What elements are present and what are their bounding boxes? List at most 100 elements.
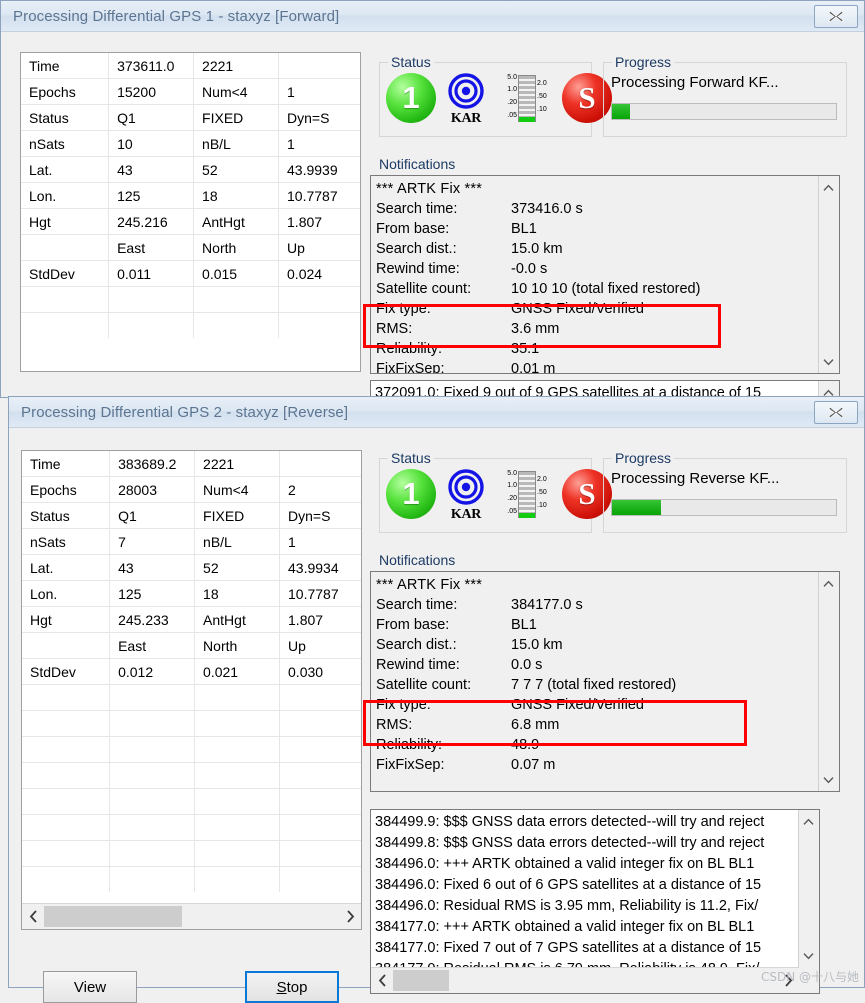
view-button[interactable]: View bbox=[43, 971, 137, 1003]
chevron-down-icon[interactable] bbox=[819, 352, 838, 371]
scroll-track[interactable] bbox=[393, 968, 777, 993]
table-row[interactable]: Lon. 125 18 10.7787 bbox=[22, 580, 361, 607]
progress-bar-gps2 bbox=[611, 499, 837, 516]
data-grid-gps1[interactable]: Time 373611.0 2221 Epochs 15200 Num<4 1 Statu… bbox=[20, 52, 361, 372]
kar-indicator: KAR bbox=[440, 73, 492, 127]
notifications-panel-gps2[interactable]: *** ARTK Fix *** Search time: 384177.0 s … bbox=[370, 571, 840, 792]
notification-row: From base: BL1 bbox=[376, 219, 817, 239]
close-button-gps1[interactable] bbox=[814, 4, 858, 28]
cell: 245.216 bbox=[108, 208, 195, 235]
table-row[interactable]: Epochs 28003 Num<4 2 bbox=[22, 476, 361, 503]
table-row[interactable] bbox=[22, 736, 361, 763]
notification-key: RMS: bbox=[376, 321, 413, 337]
csdn-watermark: CSDN @十八与她 bbox=[760, 970, 859, 984]
table-row[interactable] bbox=[22, 762, 361, 789]
accuracy-gauge-icon: 5.0 1.0 .20 .05 2.0 .50 .10 bbox=[496, 469, 558, 521]
cell: 125 bbox=[109, 580, 196, 607]
table-row[interactable]: StdDev 0.011 0.015 0.024 bbox=[21, 260, 360, 287]
cell: Dyn=S bbox=[279, 502, 361, 529]
cell: Up bbox=[278, 234, 360, 261]
notifications-scrollbar-gps2[interactable] bbox=[818, 572, 839, 791]
table-row[interactable]: Lon. 125 18 10.7787 bbox=[21, 182, 360, 209]
grid-horizontal-scrollbar-gps2[interactable] bbox=[22, 903, 361, 929]
table-row[interactable]: Status Q1 FIXED Dyn=S bbox=[21, 104, 360, 131]
cell: 0.012 bbox=[109, 658, 196, 685]
view-button-label: View bbox=[73, 978, 107, 996]
chevron-up-icon[interactable] bbox=[819, 574, 838, 593]
cell bbox=[194, 866, 281, 892]
notification-header-text: *** ARTK Fix *** bbox=[376, 577, 483, 593]
quality-indicator-ball: 1 bbox=[386, 73, 436, 123]
log-horizontal-scrollbar-gps2[interactable] bbox=[371, 967, 799, 993]
titlebar-gps1[interactable]: Processing Differential GPS 1 - staxyz [… bbox=[1, 1, 864, 32]
scroll-left-icon[interactable] bbox=[22, 905, 44, 929]
data-grid-gps2[interactable]: Time 383689.2 2221 Epochs 28003 Num<4 2 Statu… bbox=[21, 450, 362, 930]
table-row[interactable] bbox=[21, 312, 360, 338]
table-row[interactable]: StdDev 0.012 0.021 0.030 bbox=[22, 658, 361, 685]
table-row[interactable]: Lat. 43 52 43.9939 bbox=[21, 156, 360, 183]
notification-header-text: *** ARTK Fix *** bbox=[376, 181, 483, 197]
table-row[interactable]: Epochs 15200 Num<4 1 bbox=[21, 78, 360, 105]
cell: 10.7787 bbox=[279, 580, 361, 607]
stop-button[interactable]: Stop bbox=[245, 971, 339, 1003]
chevron-down-icon[interactable] bbox=[799, 946, 818, 965]
table-row[interactable] bbox=[22, 814, 361, 841]
scroll-right-icon[interactable] bbox=[339, 905, 361, 929]
notification-row: Reliability: 48.9 bbox=[376, 735, 817, 755]
cell bbox=[279, 788, 361, 815]
chevron-up-icon[interactable] bbox=[799, 812, 818, 831]
status-group-gps2: Status 1 KAR 5.0 1.0 .20 .05 2.0 .50 .10… bbox=[379, 450, 612, 533]
table-row[interactable]: nSats 7 nB/L 1 bbox=[22, 528, 361, 555]
scroll-track[interactable] bbox=[44, 904, 339, 929]
cell: 0.024 bbox=[278, 260, 360, 287]
notification-key: Rewind time: bbox=[376, 261, 460, 277]
table-row[interactable]: Time 383689.2 2221 bbox=[22, 451, 361, 477]
table-row[interactable] bbox=[22, 684, 361, 711]
notifications-panel-gps1[interactable]: *** ARTK Fix *** Search time: 373416.0 s … bbox=[370, 175, 840, 374]
chevron-up-icon[interactable] bbox=[819, 178, 838, 197]
notification-value: GNSS Fixed/Verified bbox=[511, 301, 644, 317]
table-row[interactable] bbox=[22, 788, 361, 815]
log-panel-gps2[interactable]: 384499.9: $$$ GNSS data errors detected-… bbox=[370, 809, 820, 994]
table-row[interactable]: Lat. 43 52 43.9934 bbox=[22, 554, 361, 581]
table-row[interactable]: Hgt 245.233 AntHgt 1.807 bbox=[22, 606, 361, 633]
cell bbox=[279, 814, 361, 841]
cell: Time bbox=[21, 53, 110, 79]
gauge-tick-left: 1.0 bbox=[507, 482, 517, 489]
table-row[interactable]: Time 373611.0 2221 bbox=[21, 53, 360, 79]
progress-status-text: Processing Forward KF... bbox=[611, 74, 779, 91]
table-row[interactable] bbox=[22, 866, 361, 892]
notification-key: From base: bbox=[376, 617, 450, 633]
scroll-thumb[interactable] bbox=[393, 969, 449, 991]
notification-row: From base: BL1 bbox=[376, 615, 817, 635]
cell: Num<4 bbox=[193, 78, 280, 105]
table-row[interactable]: Hgt 245.216 AntHgt 1.807 bbox=[21, 208, 360, 235]
cell bbox=[109, 684, 196, 711]
cell: North bbox=[194, 632, 281, 659]
cell bbox=[194, 684, 281, 711]
table-row[interactable]: East North Up bbox=[21, 234, 360, 261]
cell bbox=[22, 866, 111, 892]
gps1-table: Time 373611.0 2221 Epochs 15200 Num<4 1 Statu… bbox=[21, 53, 360, 338]
notification-row: Search time: 373416.0 s bbox=[376, 199, 817, 219]
log-row: 384177.0: +++ ARTK obtained a valid inte… bbox=[375, 919, 755, 935]
window-gps1[interactable]: Processing Differential GPS 1 - staxyz [… bbox=[0, 0, 865, 408]
cell bbox=[108, 312, 195, 338]
cell: StdDev bbox=[21, 260, 110, 287]
scroll-thumb[interactable] bbox=[44, 905, 182, 927]
table-row[interactable]: East North Up bbox=[22, 632, 361, 659]
table-row[interactable]: nSats 10 nB/L 1 bbox=[21, 130, 360, 157]
notification-value: 384177.0 s bbox=[511, 597, 583, 613]
titlebar-gps2[interactable]: Processing Differential GPS 2 - staxyz [… bbox=[9, 397, 864, 428]
table-row[interactable] bbox=[22, 840, 361, 867]
notifications-scrollbar-gps1[interactable] bbox=[818, 176, 839, 373]
window-gps2[interactable]: Processing Differential GPS 2 - staxyz [… bbox=[8, 396, 865, 1003]
close-button-gps2[interactable] bbox=[814, 400, 858, 424]
table-row[interactable] bbox=[22, 710, 361, 737]
log-vertical-scrollbar-gps2[interactable] bbox=[798, 810, 819, 993]
cell: nB/L bbox=[193, 130, 280, 157]
table-row[interactable] bbox=[21, 286, 360, 313]
table-row[interactable]: Status Q1 FIXED Dyn=S bbox=[22, 502, 361, 529]
chevron-down-icon[interactable] bbox=[819, 770, 838, 789]
scroll-left-icon[interactable] bbox=[371, 969, 393, 993]
